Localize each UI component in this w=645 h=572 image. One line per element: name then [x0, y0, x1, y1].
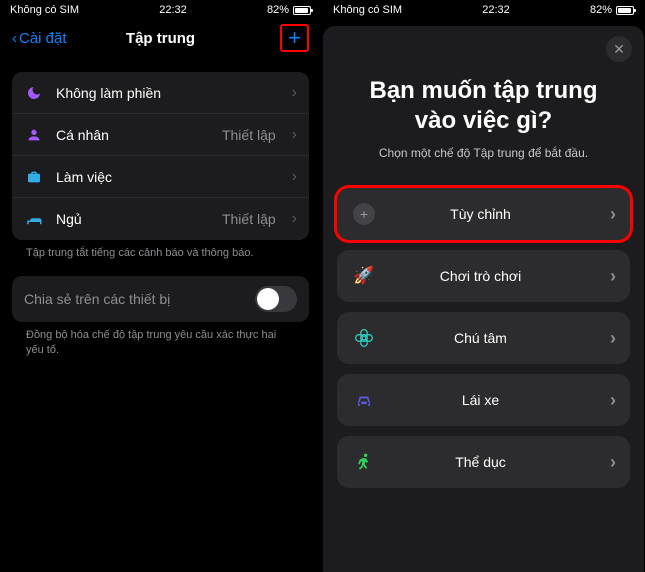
battery-percent: 82% [590, 4, 612, 16]
chevron-right-icon: › [610, 390, 616, 411]
chevron-right-icon: › [610, 204, 616, 225]
battery-percent: 82% [267, 4, 289, 16]
focus-item-personal[interactable]: Cá nhân Thiết lập › [12, 114, 309, 156]
chevron-right-icon: › [292, 84, 297, 102]
new-focus-sheet-screen: Không có SIM 22:32 82% ✕ Bạn muốn tập tr… [323, 0, 644, 572]
back-button[interactable]: ‹ Cài đặt [12, 30, 67, 47]
option-label: Lái xe [391, 392, 596, 408]
carrier-label: Không có SIM [333, 4, 402, 16]
sheet-title-line1: Bạn muốn tập trung [370, 77, 598, 104]
bed-icon [24, 212, 44, 226]
person-icon [24, 127, 44, 143]
page-title: Tập trung [126, 30, 195, 47]
focus-item-label: Cá nhân [56, 127, 210, 143]
back-label: Cài đặt [19, 30, 67, 47]
chevron-right-icon: › [292, 126, 297, 144]
chevron-right-icon: › [610, 266, 616, 287]
option-label: Thể dục [391, 454, 596, 470]
share-toggle[interactable] [255, 286, 297, 312]
status-bar: Không có SIM 22:32 82% [323, 0, 644, 18]
chevron-right-icon: › [610, 328, 616, 349]
moon-icon [24, 85, 44, 101]
clock-label: 22:32 [159, 4, 187, 16]
option-label: Tùy chỉnh [391, 206, 596, 222]
carrier-label: Không có SIM [10, 4, 79, 16]
mindfulness-icon [351, 328, 377, 348]
option-label: Chú tâm [391, 330, 596, 346]
modal-sheet: ✕ Bạn muốn tập trung vào việc gì? Chọn m… [323, 26, 644, 572]
car-icon [351, 392, 377, 408]
focus-item-sleep[interactable]: Ngủ Thiết lập › [12, 198, 309, 240]
settings-focus-screen: Không có SIM 22:32 82% ‹ Cài đặt Tập tru… [0, 0, 321, 572]
battery-icon [293, 6, 311, 15]
option-custom[interactable]: + Tùy chỉnh › [337, 188, 630, 240]
focus-item-label: Không làm phiền [56, 85, 276, 101]
chevron-right-icon: › [292, 168, 297, 186]
briefcase-icon [24, 169, 44, 185]
focus-footer: Tập trung tắt tiếng các cảnh báo và thôn… [12, 240, 309, 276]
option-driving[interactable]: Lái xe › [337, 374, 630, 426]
game-icon: 🚀 [351, 266, 377, 286]
status-bar: Không có SIM 22:32 82% [0, 0, 321, 18]
chevron-right-icon: › [610, 452, 616, 473]
focus-list: Không làm phiền › Cá nhân Thiết lập › Là… [12, 72, 309, 240]
close-button[interactable]: ✕ [606, 36, 632, 62]
add-highlight: + [280, 24, 309, 52]
share-across-devices-row: Chia sẻ trên các thiết bị [12, 276, 309, 322]
focus-item-label: Làm việc [56, 169, 276, 185]
chevron-left-icon: ‹ [12, 30, 17, 47]
option-fitness[interactable]: Thể dục › [337, 436, 630, 488]
clock-label: 22:32 [482, 4, 510, 16]
focus-item-label: Ngủ [56, 211, 210, 227]
option-label: Chơi trò chơi [391, 268, 596, 284]
focus-item-dnd[interactable]: Không làm phiền › [12, 72, 309, 114]
share-footer: Đồng bộ hóa chế độ tập trung yêu cầu xác… [12, 322, 309, 373]
nav-header: ‹ Cài đặt Tập trung + [0, 18, 321, 58]
focus-item-work[interactable]: Làm việc › [12, 156, 309, 198]
focus-item-detail: Thiết lập [222, 127, 276, 143]
sheet-title-line2: vào việc gì? [415, 107, 552, 134]
close-icon: ✕ [613, 41, 625, 58]
focus-item-detail: Thiết lập [222, 211, 276, 227]
plus-circle-icon: + [351, 203, 377, 225]
battery-icon [616, 6, 634, 15]
sheet-subtitle: Chọn một chế độ Tập trung để bắt đầu. [337, 146, 630, 160]
chevron-right-icon: › [292, 210, 297, 228]
share-group: Chia sẻ trên các thiết bị [12, 276, 309, 322]
fitness-icon [351, 452, 377, 472]
sheet-title: Bạn muốn tập trung vào việc gì? [337, 76, 630, 136]
add-focus-button[interactable]: + [288, 29, 301, 47]
toggle-knob [257, 288, 279, 310]
share-label: Chia sẻ trên các thiết bị [24, 291, 243, 307]
option-mindfulness[interactable]: Chú tâm › [337, 312, 630, 364]
option-gaming[interactable]: 🚀 Chơi trò chơi › [337, 250, 630, 302]
focus-option-list: + Tùy chỉnh › 🚀 Chơi trò chơi › Chú tâm … [337, 188, 630, 488]
